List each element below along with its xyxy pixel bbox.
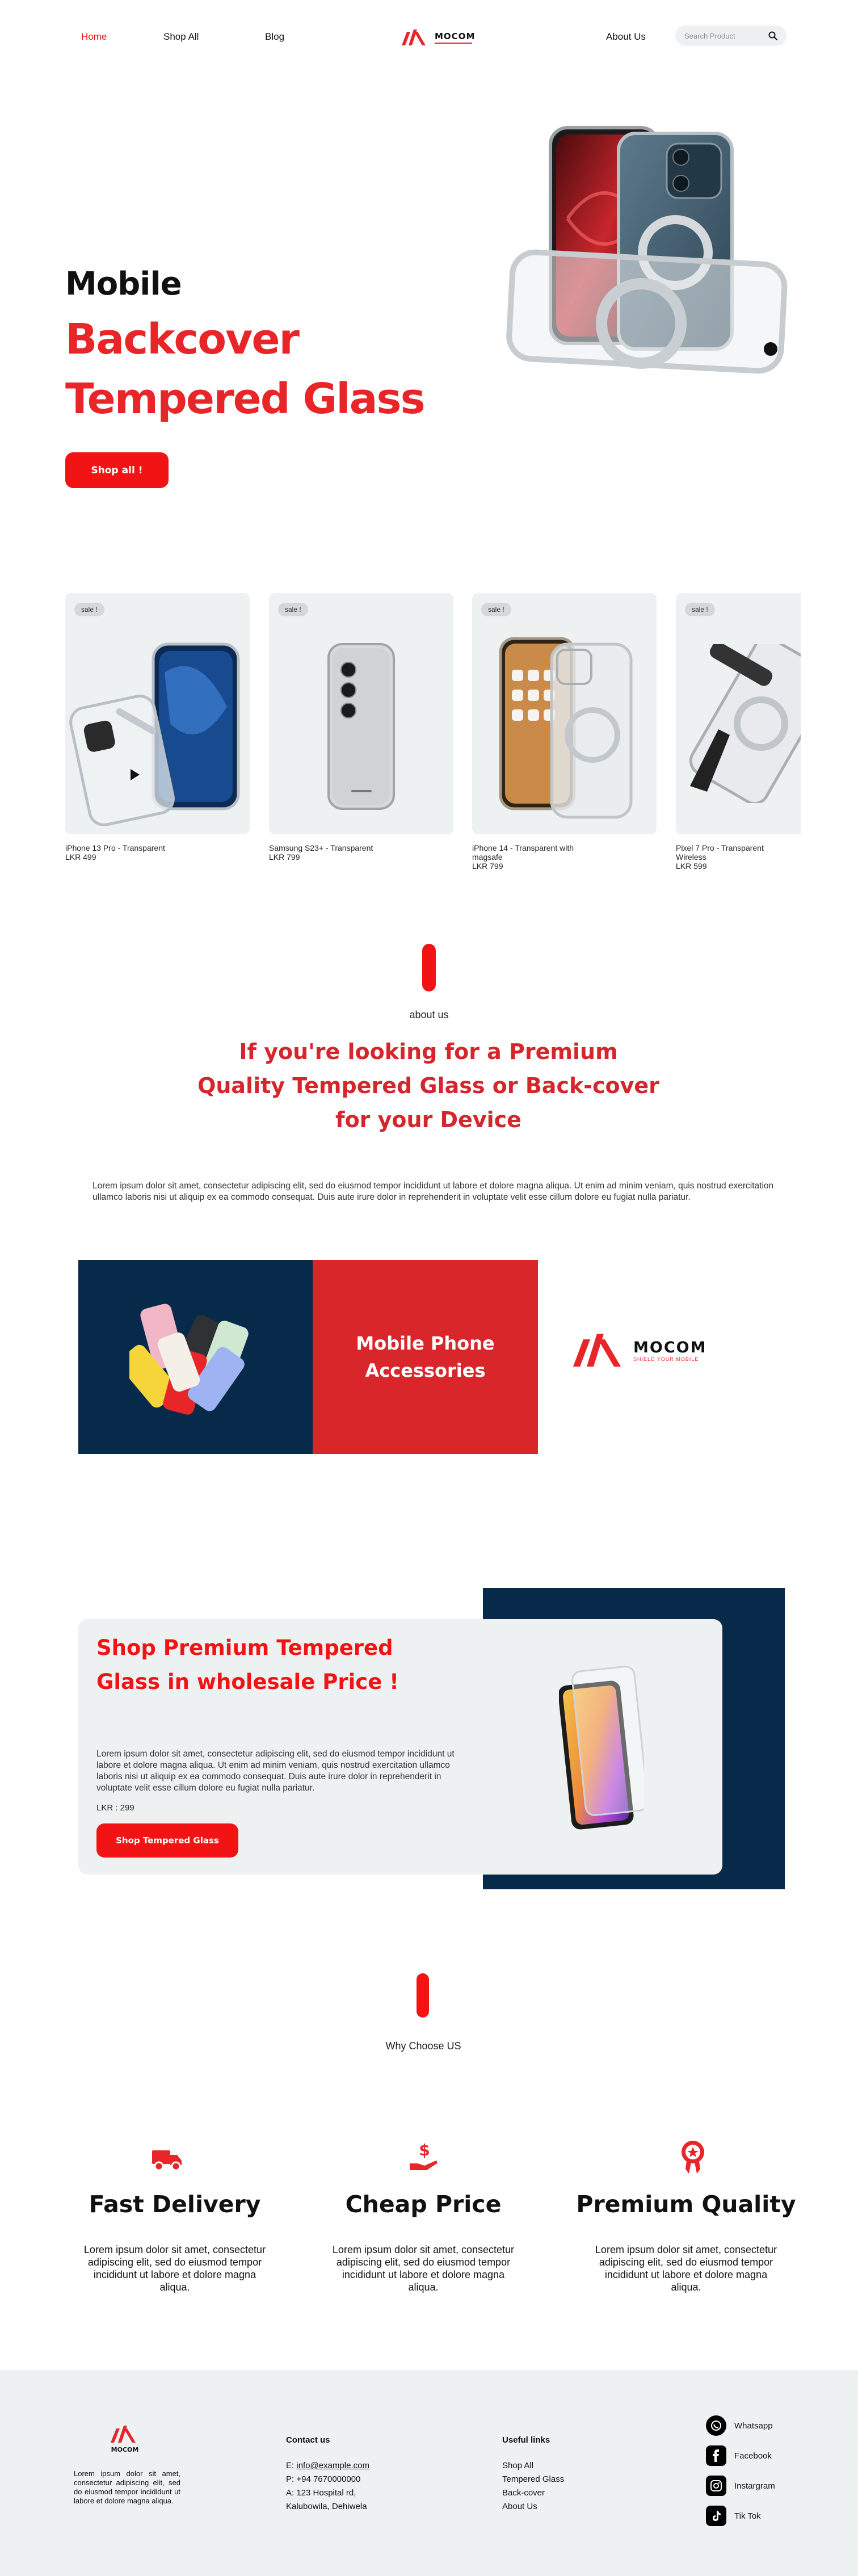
hero-shop-all-button[interactable]: Shop all !	[65, 452, 169, 488]
shop-tempered-glass-button[interactable]: Shop Tempered Glass	[96, 1823, 238, 1858]
footer-email-line: E: info@example.com	[286, 2461, 369, 2470]
truck-icon	[152, 2150, 182, 2171]
banner-brand-tagline: SHIELD YOUR MOBILE	[633, 1356, 699, 1362]
sale-badge: sale !	[481, 603, 511, 616]
footer-phone: P: +94 7670000000	[286, 2474, 361, 2484]
tiktok-icon	[706, 2506, 726, 2526]
banner-image-panel	[78, 1260, 313, 1454]
tempered-glass-image	[559, 1666, 644, 1830]
social-label: Facebook	[734, 2451, 772, 2461]
footer-link-about-us[interactable]: About Us	[502, 2502, 537, 2511]
footer-email-prefix: E:	[286, 2461, 295, 2470]
search-icon[interactable]	[768, 31, 777, 40]
product-price: LKR 799	[472, 862, 503, 871]
social-label: Instargram	[734, 2481, 775, 2491]
footer-email-link[interactable]: info@example.com	[296, 2461, 369, 2470]
banner-brand-logo: MOCOM SHIELD YOUR MOBILE	[573, 1331, 706, 1369]
footer-logo[interactable]: MOCOM	[111, 2424, 139, 2453]
product-price: LKR 599	[676, 862, 707, 871]
banner-brand-name: MOCOM	[633, 1338, 707, 1356]
social-link-instagram[interactable]: Instargram	[706, 2476, 775, 2496]
product-card[interactable]: sale !	[676, 593, 801, 834]
product-card[interactable]: sale !	[472, 593, 657, 834]
footer-link-shop-all[interactable]: Shop All	[502, 2461, 533, 2470]
colored-phone-cases-image	[129, 1304, 249, 1415]
svg-text:$: $	[419, 2141, 430, 2159]
brand-logo[interactable]: MOCOM	[402, 27, 481, 48]
product-name[interactable]: iPhone 14 - Transparent with magsafe	[472, 843, 603, 862]
footer-links-heading: Useful links	[502, 2435, 550, 2445]
feature-text-premium-quality: Lorem ipsum dolor sit amet, consectetur …	[595, 2244, 777, 2293]
product-card[interactable]: sale !	[269, 593, 453, 834]
wholesale-price: LKR : 299	[96, 1803, 134, 1813]
about-label: about us	[409, 1009, 449, 1020]
wholesale-title: Shop Premium Tempered Glass in wholesale…	[96, 1636, 399, 1694]
product-name[interactable]: Samsung S23+ - Transparent	[269, 843, 373, 852]
footer-contact-heading: Contact us	[286, 2435, 330, 2445]
feature-text-fast-delivery: Lorem ipsum dolor sit amet, consectetur …	[83, 2244, 266, 2293]
hero-title-line-1: Mobile	[65, 266, 182, 302]
product-image	[327, 643, 395, 810]
sale-badge: sale !	[74, 603, 104, 616]
footer-link-back-cover[interactable]: Back-cover	[502, 2488, 545, 2498]
hero-title-line-3: Tempered Glass	[65, 375, 426, 423]
product-price: LKR 499	[65, 852, 96, 862]
banner-title: Mobile Phone Accessories	[356, 1333, 495, 1381]
search-input[interactable]	[684, 31, 764, 40]
hand-dollar-icon: $	[410, 2141, 438, 2170]
product-name[interactable]: iPhone 13 Pro - Transparent	[65, 843, 165, 852]
footer-brand-name: MOCOM	[111, 2446, 139, 2453]
award-medal-icon	[682, 2141, 704, 2174]
hero-phone-case-image	[506, 126, 788, 374]
social-link-whatsapp[interactable]: Whatsapp	[706, 2415, 773, 2436]
social-link-facebook[interactable]: Facebook	[706, 2445, 772, 2466]
nav-about-link[interactable]: About Us	[606, 31, 646, 43]
instagram-icon	[706, 2476, 726, 2496]
product-card[interactable]: sale !	[65, 593, 250, 834]
about-body-text: Lorem ipsum dolor sit amet, consectetur …	[92, 1181, 774, 1202]
banner-title-panel: Mobile Phone Accessories	[313, 1260, 538, 1454]
social-link-tiktok[interactable]: Tik Tok	[706, 2506, 761, 2526]
why-choose-label: Why Choose US	[385, 2040, 461, 2052]
social-label: Whatsapp	[734, 2420, 773, 2431]
brand-name: MOCOM	[435, 31, 476, 41]
nav-blog-link[interactable]: Blog	[265, 31, 284, 43]
product-image	[689, 644, 801, 803]
sale-badge: sale !	[685, 603, 715, 616]
product-image	[499, 637, 633, 819]
footer-address-line-1: A: 123 Hospital rd,	[286, 2488, 356, 2498]
mocom-logo-icon	[402, 30, 426, 45]
mocom-logo-icon	[573, 1334, 621, 1367]
nav-shop-all-link[interactable]: Shop All	[163, 31, 199, 43]
facebook-icon	[706, 2445, 726, 2466]
feature-title-cheap-price: Cheap Price	[345, 2191, 502, 2218]
hero-title-line-2: Backcover	[65, 315, 300, 364]
section-divider-pill	[417, 1973, 429, 2018]
footer-address-line-2: Kalubowila, Dehiwela	[286, 2502, 367, 2511]
product-name[interactable]: Pixel 7 Pro - Transparent Wireless	[676, 843, 795, 862]
footer-link-tempered-glass[interactable]: Tempered Glass	[502, 2474, 564, 2484]
feature-title-fast-delivery: Fast Delivery	[89, 2191, 261, 2218]
product-image	[69, 642, 240, 826]
search-box[interactable]	[675, 26, 786, 46]
section-divider-pill	[422, 944, 436, 991]
nav-home-link[interactable]: Home	[81, 31, 107, 43]
sale-badge: sale !	[278, 603, 308, 616]
social-label: Tik Tok	[734, 2511, 761, 2521]
brand-underline	[435, 43, 472, 44]
product-price: LKR 799	[269, 852, 300, 862]
footer: MOCOM Lorem ipsum dolor sit amet, consec…	[0, 2370, 858, 2576]
whatsapp-icon	[706, 2415, 726, 2436]
footer-about-text: Lorem ipsum dolor sit amet, consectetur …	[74, 2469, 180, 2505]
feature-title-premium-quality: Premium Quality	[576, 2191, 796, 2218]
feature-text-cheap-price: Lorem ipsum dolor sit amet, consectetur …	[332, 2244, 515, 2293]
about-heading: If you're looking for a Premium Quality …	[197, 1039, 659, 1132]
mocom-logo-icon	[111, 2426, 136, 2443]
wholesale-body-text: Lorem ipsum dolor sit amet, consectetur …	[96, 1749, 455, 1793]
